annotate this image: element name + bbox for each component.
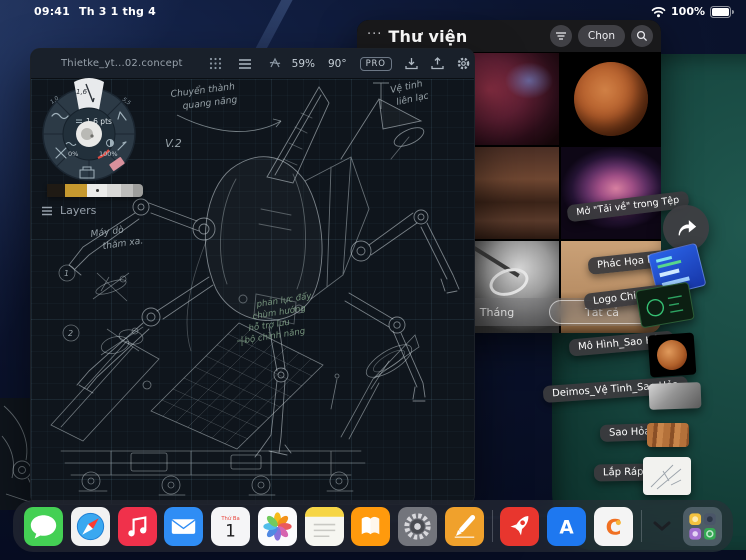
select-button[interactable]: Chọn — [577, 25, 625, 47]
dock-divider-2 — [640, 510, 642, 542]
precision-grid-icon[interactable] — [209, 57, 222, 70]
selected-dot — [95, 189, 99, 192]
rotation-value[interactable]: 90° — [328, 58, 347, 70]
date: Th 3 1 thg 4 — [79, 5, 156, 18]
document-filename[interactable]: Thietke_yt...02.concept — [61, 58, 183, 69]
tool-wheel[interactable]: 1,6 1,0 5,5 0,9 1,6 pts 0% 100% — [36, 72, 146, 201]
dock-collapse-button[interactable] — [649, 521, 675, 531]
annotation-number-2: 2 — [68, 329, 73, 338]
photo-tile-mars-globe[interactable] — [561, 53, 661, 145]
filter-button[interactable] — [549, 25, 572, 47]
dock-app-rocket[interactable] — [500, 506, 540, 546]
mars-sphere — [574, 62, 648, 136]
photo-tile-orion-nebula[interactable] — [561, 147, 661, 239]
swatch-gray-3[interactable] — [133, 184, 143, 197]
dock-divider — [491, 510, 493, 542]
dock-app-photos[interactable] — [257, 506, 297, 546]
dock-app-library[interactable] — [683, 506, 722, 546]
swatch-black[interactable] — [47, 184, 65, 197]
layers-label: Layers — [60, 204, 97, 217]
wifi-icon — [651, 6, 666, 17]
layers-button[interactable]: Layers — [41, 204, 96, 217]
zoom-level[interactable]: 59% — [292, 58, 315, 70]
search-icon — [636, 30, 648, 42]
dock-app-settings[interactable] — [398, 506, 437, 546]
dock: Thứ Ba 1 A C — [13, 500, 733, 552]
dock-app-notes[interactable] — [304, 506, 344, 546]
status-bar: 09:41 Th 3 1 thg 4 100% — [0, 0, 746, 22]
swatch-gold[interactable] — [65, 184, 87, 197]
dock-app-messages[interactable] — [24, 506, 63, 546]
battery-icon — [710, 5, 734, 18]
dock-app-concepts[interactable]: C — [593, 506, 633, 546]
pro-badge[interactable]: PRO — [359, 56, 392, 71]
wheel-active-size: 1,6 — [76, 88, 88, 96]
layers-panel-icon[interactable] — [238, 58, 252, 70]
filter-lines-icon — [555, 32, 566, 40]
drag-thumb-deimos[interactable] — [648, 382, 702, 410]
dock-app-safari[interactable] — [70, 506, 110, 546]
annotation-number-1: 1 — [64, 269, 69, 278]
chevron-down-icon — [653, 521, 671, 531]
swatch-white-selected[interactable] — [87, 184, 107, 197]
dock-app-music[interactable] — [117, 506, 157, 546]
mars-model-sphere — [655, 338, 689, 372]
swatch-gray-2[interactable] — [121, 184, 133, 197]
clock: 09:41 — [34, 5, 71, 18]
dock-app-mail[interactable] — [164, 506, 204, 546]
search-button[interactable] — [631, 25, 653, 47]
dock-app-calendar[interactable]: Thứ Ba 1 — [211, 506, 250, 546]
assembly-sketch-icon — [650, 464, 682, 490]
canvas-corner-fragment — [0, 398, 35, 510]
selection-lasso-icon[interactable] — [268, 57, 282, 70]
calendar-day: 1 — [225, 521, 236, 540]
forward-arrow-icon — [678, 220, 697, 236]
layers-list-icon — [42, 206, 52, 215]
swatch-gray-1[interactable] — [107, 184, 121, 197]
ipad-screen: ··· Thư viện Chọn Tháng Tất cả Thietke_y… — [0, 0, 746, 560]
more-options-icon[interactable]: ··· — [367, 27, 382, 42]
dock-app-sketch-pen[interactable] — [444, 506, 484, 546]
decal-line — [659, 268, 680, 278]
battery-percent: 100% — [671, 5, 705, 18]
drag-thumb-assembly[interactable] — [643, 457, 691, 495]
annotation-version: V.2 — [165, 137, 182, 150]
annotation-probe-2: thăm xa. — [102, 235, 144, 252]
concepts-app-window: Thietke_yt...02.concept 59% 90° PRO Chuy… — [30, 48, 475, 505]
satellite-dish-ring — [485, 263, 533, 301]
dock-app-books[interactable] — [351, 506, 391, 546]
color-swatch-bar[interactable] — [47, 184, 143, 197]
concepts-letter: C — [605, 515, 621, 540]
photos-title: Thư viện — [388, 26, 468, 46]
export-icon[interactable] — [431, 57, 444, 70]
drag-thumb-mars-surface[interactable] — [647, 423, 689, 447]
drag-thumb-mars-model[interactable] — [647, 332, 697, 378]
wheel-opacity-min: 0% — [68, 150, 78, 158]
appstore-letter: A — [559, 517, 574, 538]
import-icon[interactable] — [405, 57, 418, 70]
dock-app-appstore[interactable]: A — [547, 506, 586, 546]
wheel-opacity-max: 100% — [99, 150, 118, 158]
settings-gear-icon[interactable] — [457, 57, 470, 70]
